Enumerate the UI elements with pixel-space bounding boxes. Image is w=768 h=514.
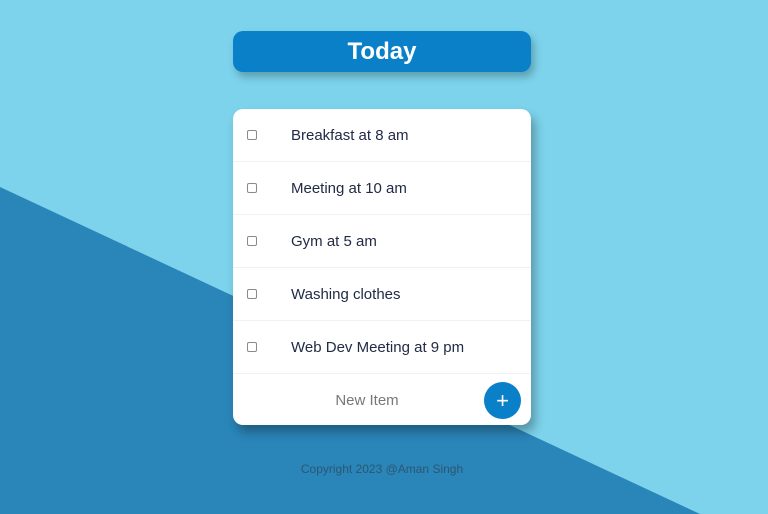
footer-copyright: Copyright 2023 @Aman Singh xyxy=(300,462,464,476)
todo-checkbox[interactable] xyxy=(247,183,257,193)
new-item-row: + xyxy=(233,374,531,425)
add-item-button[interactable]: + xyxy=(484,382,521,419)
todo-item: Breakfast at 8 am xyxy=(233,109,531,162)
todo-item-label: Washing clothes xyxy=(291,285,401,303)
todo-checkbox[interactable] xyxy=(247,130,257,140)
plus-icon: + xyxy=(496,387,509,413)
todo-item: Washing clothes xyxy=(233,268,531,321)
todo-item: Gym at 5 am xyxy=(233,215,531,268)
todo-item-label: Meeting at 10 am xyxy=(291,179,407,197)
new-item-input[interactable] xyxy=(275,390,459,410)
todo-item: Meeting at 10 am xyxy=(233,162,531,215)
todo-item-label: Breakfast at 8 am xyxy=(291,126,409,144)
todo-checkbox[interactable] xyxy=(247,342,257,352)
page-title: Today xyxy=(347,37,417,65)
todo-item-label: Gym at 5 am xyxy=(291,232,377,250)
todo-item-label: Web Dev Meeting at 9 pm xyxy=(291,338,465,356)
todo-checkbox[interactable] xyxy=(247,236,257,246)
todo-item: Web Dev Meeting at 9 pm xyxy=(233,321,531,374)
page-header: Today xyxy=(233,31,531,72)
todo-checkbox[interactable] xyxy=(247,289,257,299)
todo-card: Breakfast at 8 am Meeting at 10 am Gym a… xyxy=(233,109,531,425)
